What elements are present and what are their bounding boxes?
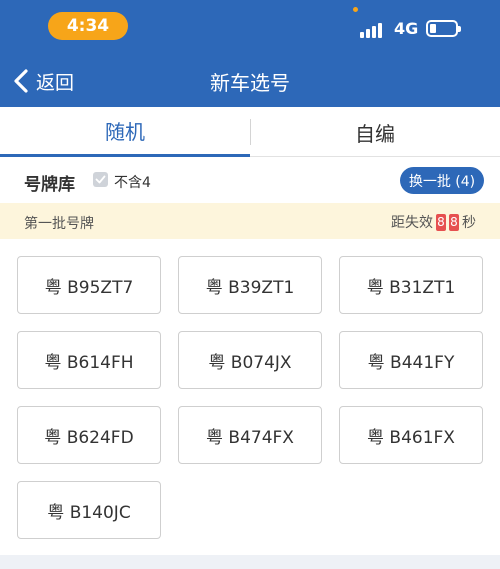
swap-batch-button[interactable]: 换一批 (4): [400, 167, 484, 194]
tab-bar: 随机 自编: [0, 107, 500, 157]
signal-icon: [360, 20, 382, 38]
plate-option[interactable]: 粤 B95ZT7: [17, 256, 161, 314]
plate-option[interactable]: 粤 B074JX: [178, 331, 322, 389]
privacy-indicator-dot: [353, 7, 358, 12]
plate-option[interactable]: 粤 B31ZT1: [339, 256, 483, 314]
page-title: 新车选号: [210, 71, 290, 95]
tab-custom[interactable]: 自编: [250, 107, 500, 157]
back-label: 返回: [36, 71, 75, 94]
plate-option[interactable]: 粤 B140JC: [17, 481, 161, 539]
exclude-four-checkbox[interactable]: [93, 172, 108, 187]
expiry-label: 距失效: [391, 215, 433, 231]
countdown-digit: 8: [449, 213, 459, 231]
plate-option[interactable]: 粤 B39ZT1: [178, 256, 322, 314]
plate-option[interactable]: 粤 B624FD: [17, 406, 161, 464]
status-time: 4:34: [48, 12, 128, 40]
battery-icon: [426, 20, 461, 37]
check-icon: [95, 175, 106, 184]
chevron-left-icon: [14, 69, 28, 93]
plate-option[interactable]: 粤 B441FY: [339, 331, 483, 389]
plate-option[interactable]: 粤 B474FX: [178, 406, 322, 464]
plate-option[interactable]: 粤 B461FX: [339, 406, 483, 464]
exclude-four-label[interactable]: 不含4: [114, 172, 151, 192]
app-header: 4:34 4G 新车选号 返回: [0, 0, 500, 107]
countdown-digit: 8: [436, 213, 446, 231]
nav-bar: 新车选号 返回: [0, 55, 500, 107]
batch-title: 第一批号牌: [24, 216, 94, 232]
batch-banner: 第一批号牌 距失效 8 8 秒: [0, 203, 500, 239]
back-button[interactable]: 返回: [12, 65, 74, 97]
expiry-countdown: 距失效 8 8 秒: [391, 212, 476, 232]
tab-random[interactable]: 随机: [0, 107, 250, 157]
expiry-unit: 秒: [462, 215, 476, 231]
status-bar: 4:34 4G: [0, 0, 500, 55]
plate-pool-label: 号牌库: [24, 175, 75, 195]
network-type: 4G: [394, 19, 419, 38]
plate-pool-row: 号牌库 不含4 换一批 (4): [0, 158, 500, 203]
plate-option[interactable]: 粤 B614FH: [17, 331, 161, 389]
bottom-strip: [0, 555, 500, 569]
